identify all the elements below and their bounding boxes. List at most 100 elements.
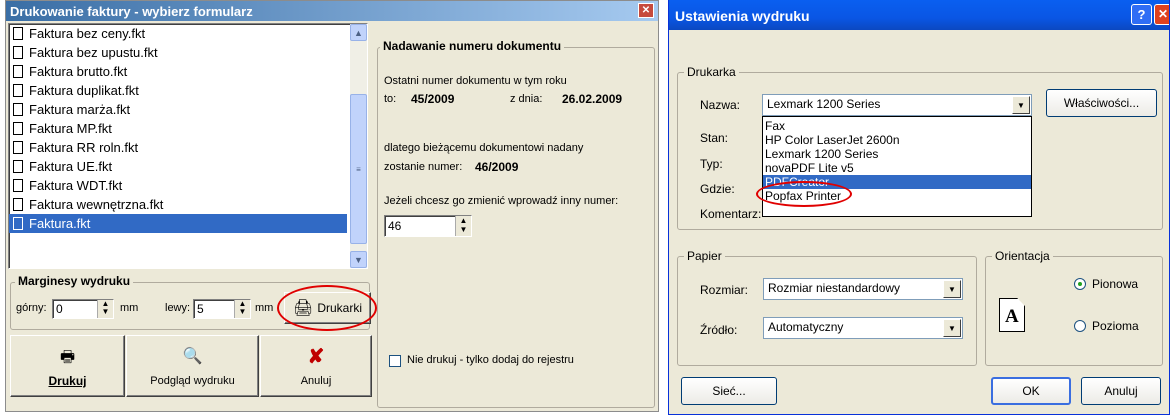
document-number-spinner[interactable]: ▲ ▼ [455, 216, 471, 236]
file-name: Faktura marża.fkt [29, 102, 131, 117]
close-button[interactable]: ✕ [638, 3, 654, 18]
file-list-item[interactable]: Faktura.fkt [9, 214, 347, 233]
preview-button[interactable]: 🔍 Podgląd wydruku [126, 335, 259, 397]
file-list-item[interactable]: Faktura wewnętrzna.fkt [9, 195, 347, 214]
dropdown-arrow-button[interactable]: ▼ [943, 319, 961, 337]
landscape-radio[interactable] [1074, 320, 1086, 332]
left-margin-spinner[interactable]: ▲ ▼ [234, 300, 250, 318]
printer-option[interactable]: Fax [763, 119, 1031, 133]
document-icon [13, 217, 23, 230]
scroll-up-button[interactable]: ▲ [350, 24, 367, 41]
where-label: Gdzie: [700, 182, 735, 196]
paper-size-select[interactable]: Rozmiar niestandardowy ▼ [763, 278, 963, 300]
dropdown-arrow-button[interactable]: ▼ [943, 280, 961, 298]
print-button[interactable]: 🖶 Drukuj [10, 335, 125, 397]
portrait-radio[interactable] [1074, 278, 1086, 290]
paper-source-select[interactable]: Automatyczny ▼ [763, 317, 963, 339]
network-button-label: Sieć... [712, 384, 746, 398]
top-margin-unit: mm [120, 302, 139, 314]
file-list-item[interactable]: Faktura duplikat.fkt [9, 81, 347, 100]
document-icon [13, 65, 23, 78]
document-icon [13, 46, 23, 59]
title-bar[interactable]: Drukowanie faktury - wybierz formularz [6, 1, 658, 21]
margins-group-label: Marginesy wydruku [15, 274, 134, 288]
document-number-value: 46 [388, 219, 402, 233]
preview-button-label: Podgląd wydruku [150, 375, 235, 387]
printer-option[interactable]: HP Color LaserJet 2600n [763, 133, 1031, 147]
top-margin-value: 0 [56, 302, 63, 316]
document-icon [13, 122, 23, 135]
file-list-item[interactable]: Faktura WDT.fkt [9, 176, 347, 195]
name-label: Nazwa: [700, 98, 741, 112]
preview-icon: 🔍 [182, 348, 203, 365]
document-number-input[interactable]: 46 ▲ ▼ [384, 215, 472, 237]
left-margin-input[interactable]: 5 ▲ ▼ [193, 299, 251, 319]
printer-name-select[interactable]: Lexmark 1200 Series ▼ [762, 94, 1032, 116]
to-label: to: [384, 93, 397, 105]
scroll-down-button[interactable]: ▼ [350, 251, 367, 268]
document-icon [13, 27, 23, 40]
close-icon: ✕ [641, 5, 651, 16]
help-icon: ? [1137, 7, 1146, 22]
spin-arrows-icon: ▲ ▼ [459, 216, 468, 234]
file-list-item[interactable]: Faktura bez upustu.fkt [9, 43, 347, 62]
left-margin-label: lewy: [165, 302, 191, 314]
file-list-item[interactable]: Faktura MP.fkt [9, 119, 347, 138]
top-margin-input[interactable]: 0 ▲ ▼ [52, 299, 114, 319]
change-number-text: Jeżeli chcesz go zmienić wprowadź inny n… [384, 195, 619, 207]
highlight-circle-printers [277, 285, 377, 331]
printer-group-label: Drukarka [684, 65, 739, 79]
file-list-item[interactable]: Faktura marża.fkt [9, 100, 347, 119]
landscape-label: Pozioma [1092, 319, 1139, 333]
date-value: 26.02.2009 [562, 92, 623, 106]
no-print-checkbox[interactable] [389, 355, 401, 367]
properties-button[interactable]: Właściwości... [1046, 89, 1157, 117]
properties-button-label: Właściwości... [1063, 96, 1140, 110]
dropdown-arrow-button[interactable]: ▼ [1012, 96, 1030, 114]
chevron-down-icon: ▼ [354, 254, 363, 265]
spin-arrows-icon: ▲ ▼ [101, 299, 110, 316]
form-file-list[interactable]: Faktura bez ceny.fkt Faktura bez upustu.f… [8, 23, 368, 269]
cancel-button[interactable]: Anuluj [1081, 377, 1161, 405]
paper-source-value: Automatyczny [768, 320, 844, 334]
cancel-button[interactable]: ✘ Anuluj [260, 335, 372, 397]
scroll-thumb[interactable]: ≡ [350, 94, 367, 244]
no-print-label: Nie drukuj - tylko dodaj do rejestru [407, 354, 574, 366]
ok-button-label: OK [1022, 384, 1040, 398]
left-margin-unit: mm [255, 302, 274, 314]
file-name: Faktura brutto.fkt [29, 64, 128, 79]
file-name: Faktura RR roln.fkt [29, 140, 139, 155]
ok-button[interactable]: OK [991, 377, 1071, 405]
file-list-item[interactable]: Faktura RR roln.fkt [9, 138, 347, 157]
network-button[interactable]: Sieć... [681, 377, 777, 405]
help-button[interactable]: ? [1131, 4, 1152, 25]
file-list-rows: Faktura bez ceny.fkt Faktura bez upustu.f… [9, 24, 349, 268]
last-number-text: Ostatni numer dokumentu w tym roku [384, 75, 567, 87]
title-bar[interactable]: Ustawienia wydruku [669, 0, 1169, 30]
printer-option[interactable]: novaPDF Lite v5 [763, 161, 1031, 175]
file-list-item[interactable]: Faktura bez ceny.fkt [9, 24, 347, 43]
file-name: Faktura duplikat.fkt [29, 83, 139, 98]
file-list-item[interactable]: Faktura brutto.fkt [9, 62, 347, 81]
print-icon: 🖶 [59, 349, 76, 366]
close-button[interactable]: ✕ [1154, 4, 1169, 25]
left-margin-value: 5 [197, 302, 204, 316]
document-icon [13, 103, 23, 116]
assigned-text: dlatego bieżącemu dokumentowi nadany [384, 142, 584, 154]
list-scrollbar[interactable]: ▲ ≡ ▼ [350, 24, 367, 268]
file-list-item[interactable]: Faktura UE.fkt [9, 157, 347, 176]
print-settings-dialog: Ustawienia wydruku ? ✕ Drukarka Nazwa: L… [668, 0, 1170, 415]
printer-option[interactable]: Lexmark 1200 Series [763, 147, 1031, 161]
portrait-label: Pionowa [1092, 277, 1139, 291]
top-margin-label: górny: [16, 302, 47, 314]
file-name: Faktura.fkt [29, 216, 91, 231]
window-title: Drukowanie faktury - wybierz formularz [10, 4, 253, 19]
document-icon [13, 84, 23, 97]
document-icon [13, 141, 23, 154]
top-margin-spinner[interactable]: ▲ ▼ [97, 300, 113, 318]
file-name: Faktura WDT.fkt [29, 178, 123, 193]
document-icon [13, 198, 23, 211]
grip-icon: ≡ [356, 164, 361, 174]
cancel-x-icon: ✘ [307, 346, 325, 368]
orientation-page-letter: A [1005, 306, 1019, 327]
